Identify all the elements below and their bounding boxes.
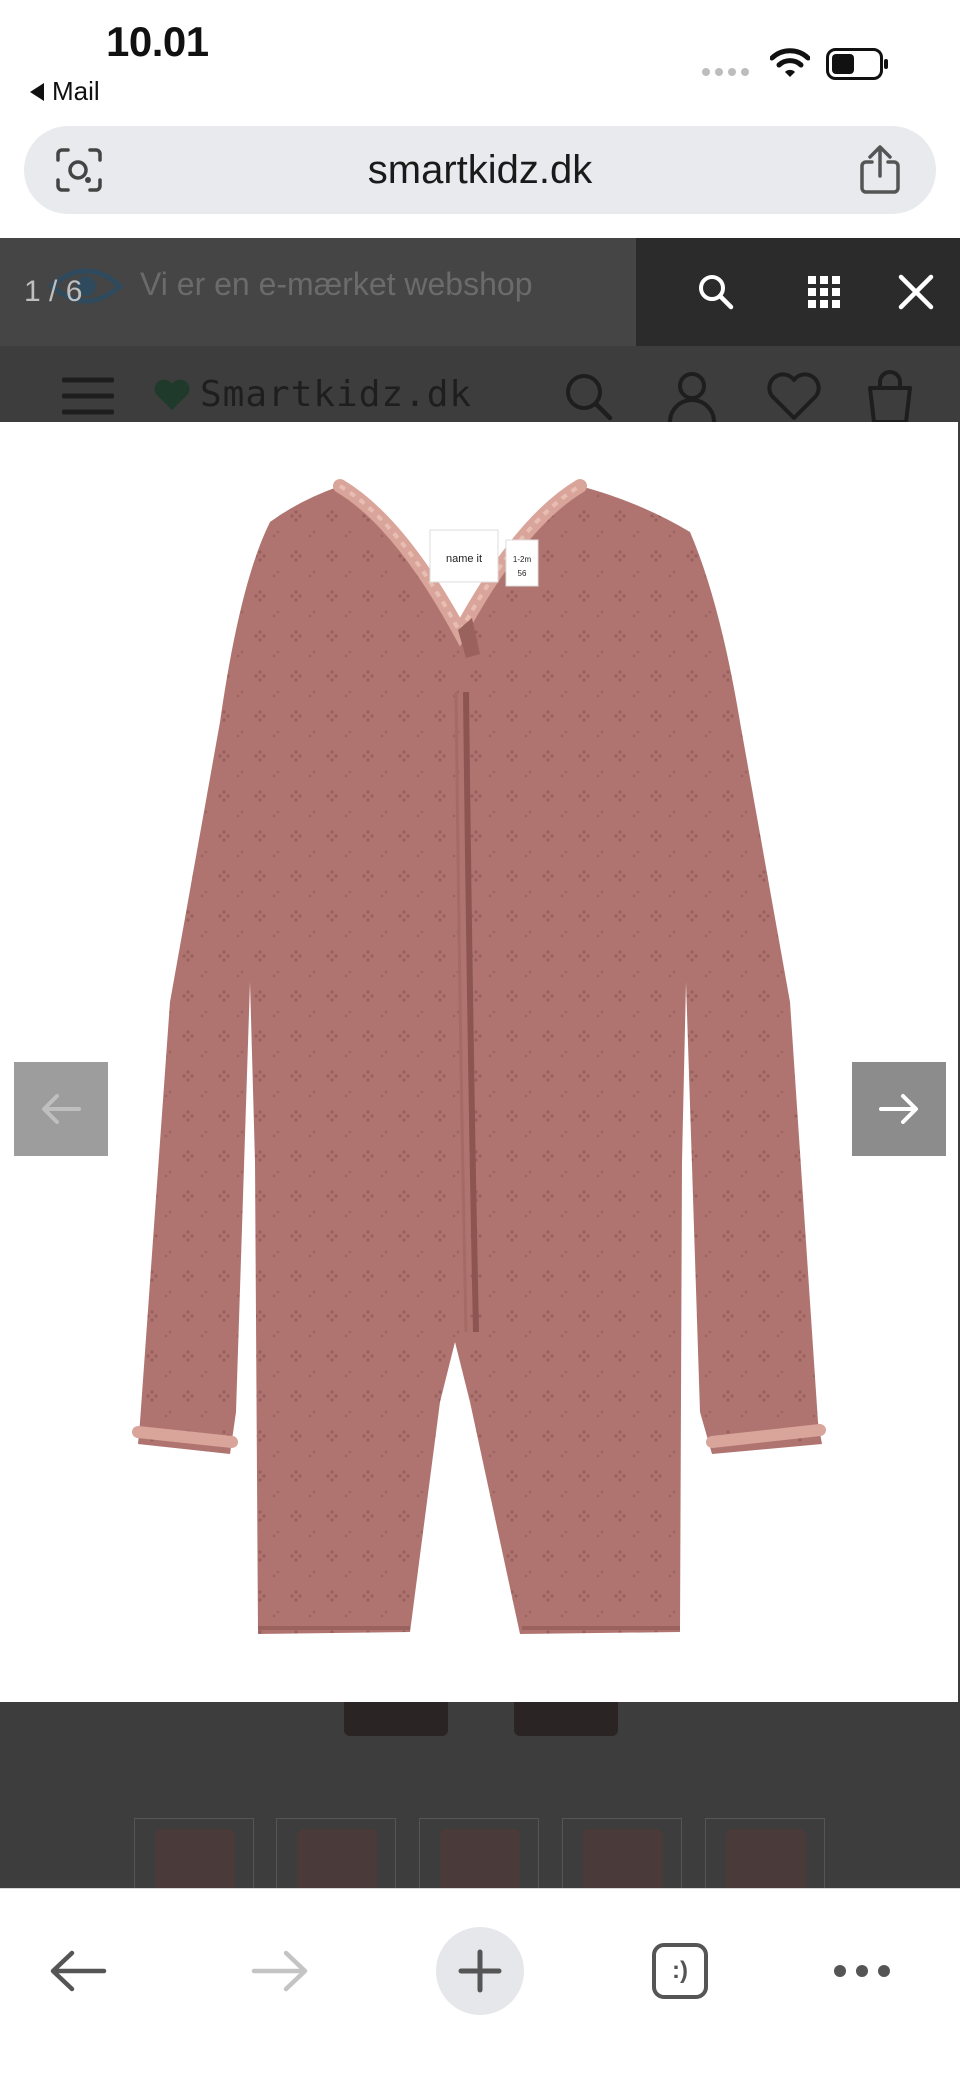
- slide-counter: 1 / 6: [24, 275, 83, 308]
- tabs-icon: :): [652, 1943, 708, 1999]
- wifi-icon: [770, 48, 810, 77]
- plus-icon: [458, 1949, 502, 1993]
- lightbox-grid-button[interactable]: [796, 264, 852, 320]
- ios-status-bar: 10.01 Mail: [0, 0, 960, 120]
- browser-back-button[interactable]: [38, 1931, 118, 2011]
- close-icon: [898, 274, 934, 310]
- share-icon[interactable]: [858, 144, 902, 196]
- thumbnail-5[interactable]: [705, 1818, 825, 1888]
- heart-logo-icon: [154, 379, 190, 410]
- address-bar[interactable]: smartkidz.dk: [24, 126, 936, 214]
- logo-text: Smartkidz.dk: [200, 374, 473, 415]
- next-image-button[interactable]: [852, 1062, 946, 1156]
- lightbox-search-button[interactable]: [688, 264, 744, 320]
- thumbnail-1[interactable]: [134, 1818, 254, 1888]
- user-icon[interactable]: [664, 370, 720, 422]
- new-tab-button[interactable]: [436, 1927, 524, 2015]
- lightbox-toolbar: [636, 238, 960, 346]
- search-icon[interactable]: [560, 370, 616, 422]
- lightbox-close-button[interactable]: [888, 264, 944, 320]
- site-logo[interactable]: Smartkidz.dk: [152, 374, 472, 415]
- wool-jumpsuit-illustration: name it 1-2m 56: [132, 479, 826, 1634]
- thumbnail-3[interactable]: [419, 1818, 539, 1888]
- background-product-peek-left: [344, 1702, 448, 1736]
- tabs-button[interactable]: :): [640, 1931, 720, 2011]
- arrow-right-icon: [879, 1094, 918, 1124]
- more-options-button[interactable]: [822, 1931, 902, 2011]
- heart-icon[interactable]: [766, 370, 822, 422]
- back-triangle-icon: [30, 82, 44, 101]
- cellular-signal-icon: [702, 68, 749, 76]
- hamburger-menu-icon[interactable]: [62, 376, 114, 416]
- back-app-label: Mail: [52, 76, 100, 106]
- back-to-app-button[interactable]: Mail: [30, 76, 100, 107]
- search-icon: [699, 275, 734, 310]
- more-dots-icon: [834, 1965, 890, 1977]
- browser-forward-button[interactable]: [240, 1931, 320, 2011]
- product-image[interactable]: name it 1-2m 56: [0, 422, 958, 1702]
- previous-image-button[interactable]: [14, 1062, 108, 1156]
- tabs-icon-text: :): [672, 1957, 688, 1984]
- url-text[interactable]: smartkidz.dk: [24, 148, 936, 193]
- site-header: Smartkidz.dk: [0, 346, 960, 422]
- thumbnail-4[interactable]: [562, 1818, 682, 1888]
- promo-text: Vi er en e-mærket webshop: [140, 266, 533, 302]
- promo-banner: Vi er en e-mærket webshop: [0, 238, 636, 346]
- battery-icon: [826, 48, 888, 80]
- status-time: 10.01: [106, 18, 209, 65]
- brand-label-text: name it: [446, 553, 482, 565]
- arrow-right-icon: [251, 1950, 308, 1992]
- thumbnail-2[interactable]: [276, 1818, 396, 1888]
- size-label-text: 1-2m: [513, 555, 532, 564]
- background-product-peek-right: [514, 1702, 618, 1736]
- browser-bottom-toolbar: :): [0, 1888, 960, 2078]
- arrow-left-icon: [42, 1094, 81, 1124]
- grid-icon: [808, 276, 840, 308]
- arrow-left-icon: [50, 1950, 107, 1992]
- shopping-bag-icon[interactable]: [862, 370, 918, 422]
- size-label-number: 56: [518, 569, 527, 578]
